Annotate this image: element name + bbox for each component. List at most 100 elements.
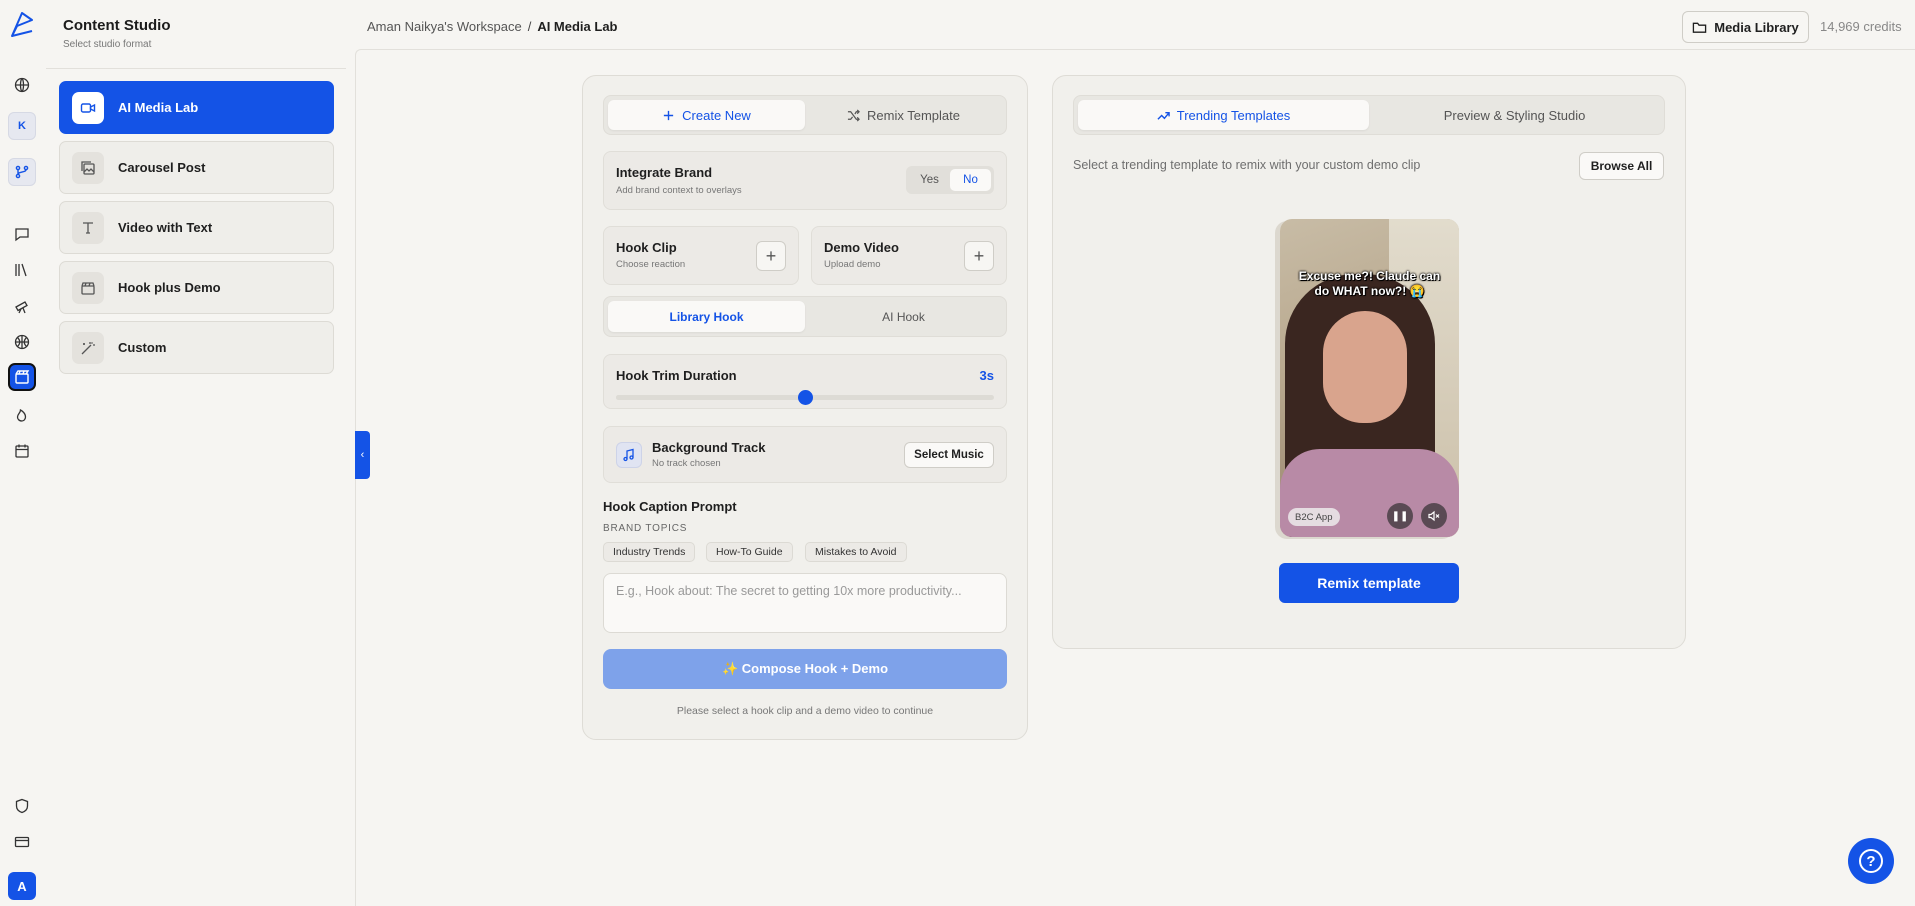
- background-track-subtitle: No track chosen: [652, 458, 721, 469]
- background-track-card: Background Track No track chosen Select …: [603, 426, 1007, 483]
- hook-caption-input[interactable]: E.g., Hook about: The secret to getting …: [603, 573, 1007, 633]
- breadcrumb-separator: /: [527, 19, 532, 34]
- sidebar-subtitle: Select studio format: [63, 39, 152, 50]
- breadcrumb-workspace[interactable]: Aman Naikya's Workspace: [367, 19, 522, 34]
- trending-up-icon: [1157, 111, 1170, 120]
- branch-icon[interactable]: [8, 158, 36, 186]
- chat-icon[interactable]: [8, 220, 36, 248]
- workspace-switcher[interactable]: K: [8, 112, 36, 140]
- video-category-tag: B2C App: [1288, 508, 1340, 526]
- compose-hint: Please select a hook clip and a demo vid…: [676, 705, 934, 717]
- media-library-label: Media Library: [1714, 19, 1799, 35]
- format-label: Video with Text: [118, 220, 213, 235]
- library-icon[interactable]: [8, 256, 36, 284]
- format-label: Custom: [118, 340, 167, 355]
- tab-label: Trending Templates: [1176, 107, 1291, 123]
- calendar-icon[interactable]: [8, 437, 36, 465]
- folder-icon: [1692, 22, 1707, 33]
- remix-template-button[interactable]: Remix template: [1279, 563, 1459, 603]
- topic-chip[interactable]: Mistakes to Avoid: [805, 542, 907, 562]
- brand-no-option[interactable]: No: [950, 169, 991, 191]
- brand-yes-option[interactable]: Yes: [909, 169, 950, 191]
- sidebar-title: Content Studio: [63, 17, 171, 34]
- background-track-title: Background Track: [652, 440, 766, 455]
- media-library-button[interactable]: Media Library: [1682, 11, 1809, 43]
- compose-hook-demo-button[interactable]: ✨ Compose Hook + Demo: [603, 649, 1007, 689]
- format-label: Carousel Post: [118, 160, 206, 175]
- format-item-video-with-text[interactable]: Video with Text: [59, 201, 334, 254]
- template-video-preview[interactable]: Excuse me?! Claude can do WHAT now?! 😭 B…: [1280, 219, 1459, 537]
- chevron-left-icon: ‹: [360, 449, 365, 461]
- integrate-brand-title: Integrate Brand: [616, 165, 713, 180]
- shield-icon[interactable]: [8, 792, 36, 820]
- tab-label: Create New: [682, 107, 751, 123]
- format-item-ai-media-lab[interactable]: AI Media Lab: [59, 81, 334, 134]
- video-icon: [72, 91, 104, 124]
- breadcrumb-current: AI Media Lab: [537, 19, 618, 34]
- studio-format-sidebar: Content Studio Select studio format AI M…: [46, 0, 348, 906]
- tab-label: Remix Template: [867, 107, 960, 123]
- clapper-icon: [72, 271, 104, 304]
- brand-topics-label: BRAND TOPICS: [603, 523, 688, 534]
- text-icon: [72, 211, 104, 244]
- format-item-carousel-post[interactable]: Carousel Post: [59, 141, 334, 194]
- icon-rail: K A: [0, 0, 44, 906]
- hook-trim-title: Hook Trim Duration: [616, 368, 737, 383]
- format-item-custom[interactable]: Custom: [59, 321, 334, 374]
- hook-clip-title: Hook Clip: [616, 240, 677, 255]
- help-icon: ?: [1859, 849, 1883, 873]
- demo-video-subtitle: Upload demo: [824, 259, 881, 270]
- format-label: AI Media Lab: [118, 100, 199, 115]
- browse-all-button[interactable]: Browse All: [1579, 152, 1664, 180]
- tab-trending-templates[interactable]: Trending Templates: [1078, 100, 1369, 130]
- demo-video-title: Demo Video: [824, 240, 899, 255]
- plus-icon: [664, 110, 674, 120]
- templates-tabs: Trending Templates Preview & Styling Stu…: [1073, 95, 1665, 135]
- help-button[interactable]: ?: [1848, 838, 1894, 884]
- hook-clip-card[interactable]: Hook Clip Choose reaction +: [603, 226, 799, 285]
- integrate-brand-subtitle: Add brand context to overlays: [616, 185, 742, 196]
- shuffle-icon: [847, 109, 860, 121]
- demo-video-card[interactable]: Demo Video Upload demo +: [811, 226, 1007, 285]
- tab-remix-template[interactable]: Remix Template: [805, 100, 1002, 130]
- add-hook-clip-button[interactable]: +: [756, 241, 786, 271]
- music-note-icon: [616, 442, 642, 468]
- hook-trim-slider[interactable]: [616, 390, 994, 405]
- topic-chip[interactable]: How-To Guide: [706, 542, 793, 562]
- format-label: Hook plus Demo: [118, 280, 221, 295]
- topic-chip[interactable]: Industry Trends: [603, 542, 696, 562]
- globe-icon[interactable]: [8, 71, 36, 99]
- tab-library-hook[interactable]: Library Hook: [608, 301, 805, 332]
- select-music-button[interactable]: Select Music: [904, 442, 994, 468]
- tab-create-new[interactable]: Create New: [608, 100, 805, 130]
- billing-card-icon[interactable]: [8, 828, 36, 856]
- hook-trim-card: Hook Trim Duration 3s: [603, 354, 1007, 409]
- wand-icon: [72, 331, 104, 364]
- credits-balance: 14,969 credits: [1820, 19, 1902, 34]
- slider-fill: [616, 395, 805, 400]
- mute-icon[interactable]: [1421, 503, 1447, 529]
- user-avatar[interactable]: A: [8, 872, 36, 900]
- templates-description: Select a trending template to remix with…: [1073, 158, 1421, 172]
- basketball-icon[interactable]: [8, 328, 36, 356]
- tab-ai-hook[interactable]: AI Hook: [805, 301, 1002, 332]
- pause-icon[interactable]: ❚❚: [1387, 503, 1413, 529]
- sidebar-divider: [46, 68, 346, 69]
- integrate-brand-card: Integrate Brand Add brand context to ove…: [603, 151, 1007, 210]
- video-subject-face: [1323, 311, 1407, 423]
- video-caption: Excuse me?! Claude can do WHAT now?! 😭: [1298, 269, 1441, 298]
- collapse-sidebar-button[interactable]: ‹: [355, 431, 370, 479]
- integrate-brand-toggle: Yes No: [906, 166, 994, 194]
- tab-preview-styling[interactable]: Preview & Styling Studio: [1369, 100, 1660, 130]
- hook-trim-value: 3s: [979, 368, 994, 383]
- app-logo[interactable]: [8, 10, 36, 40]
- add-demo-video-button[interactable]: +: [964, 241, 994, 271]
- format-item-hook-plus-demo[interactable]: Hook plus Demo: [59, 261, 334, 314]
- hook-caption-title: Hook Caption Prompt: [603, 499, 737, 514]
- studio-icon[interactable]: [8, 363, 36, 391]
- images-icon: [72, 151, 104, 184]
- slider-thumb[interactable]: [798, 390, 813, 405]
- telescope-icon[interactable]: [8, 292, 36, 320]
- hook-source-tabs: Library Hook AI Hook: [603, 296, 1007, 337]
- flame-icon[interactable]: [8, 401, 36, 429]
